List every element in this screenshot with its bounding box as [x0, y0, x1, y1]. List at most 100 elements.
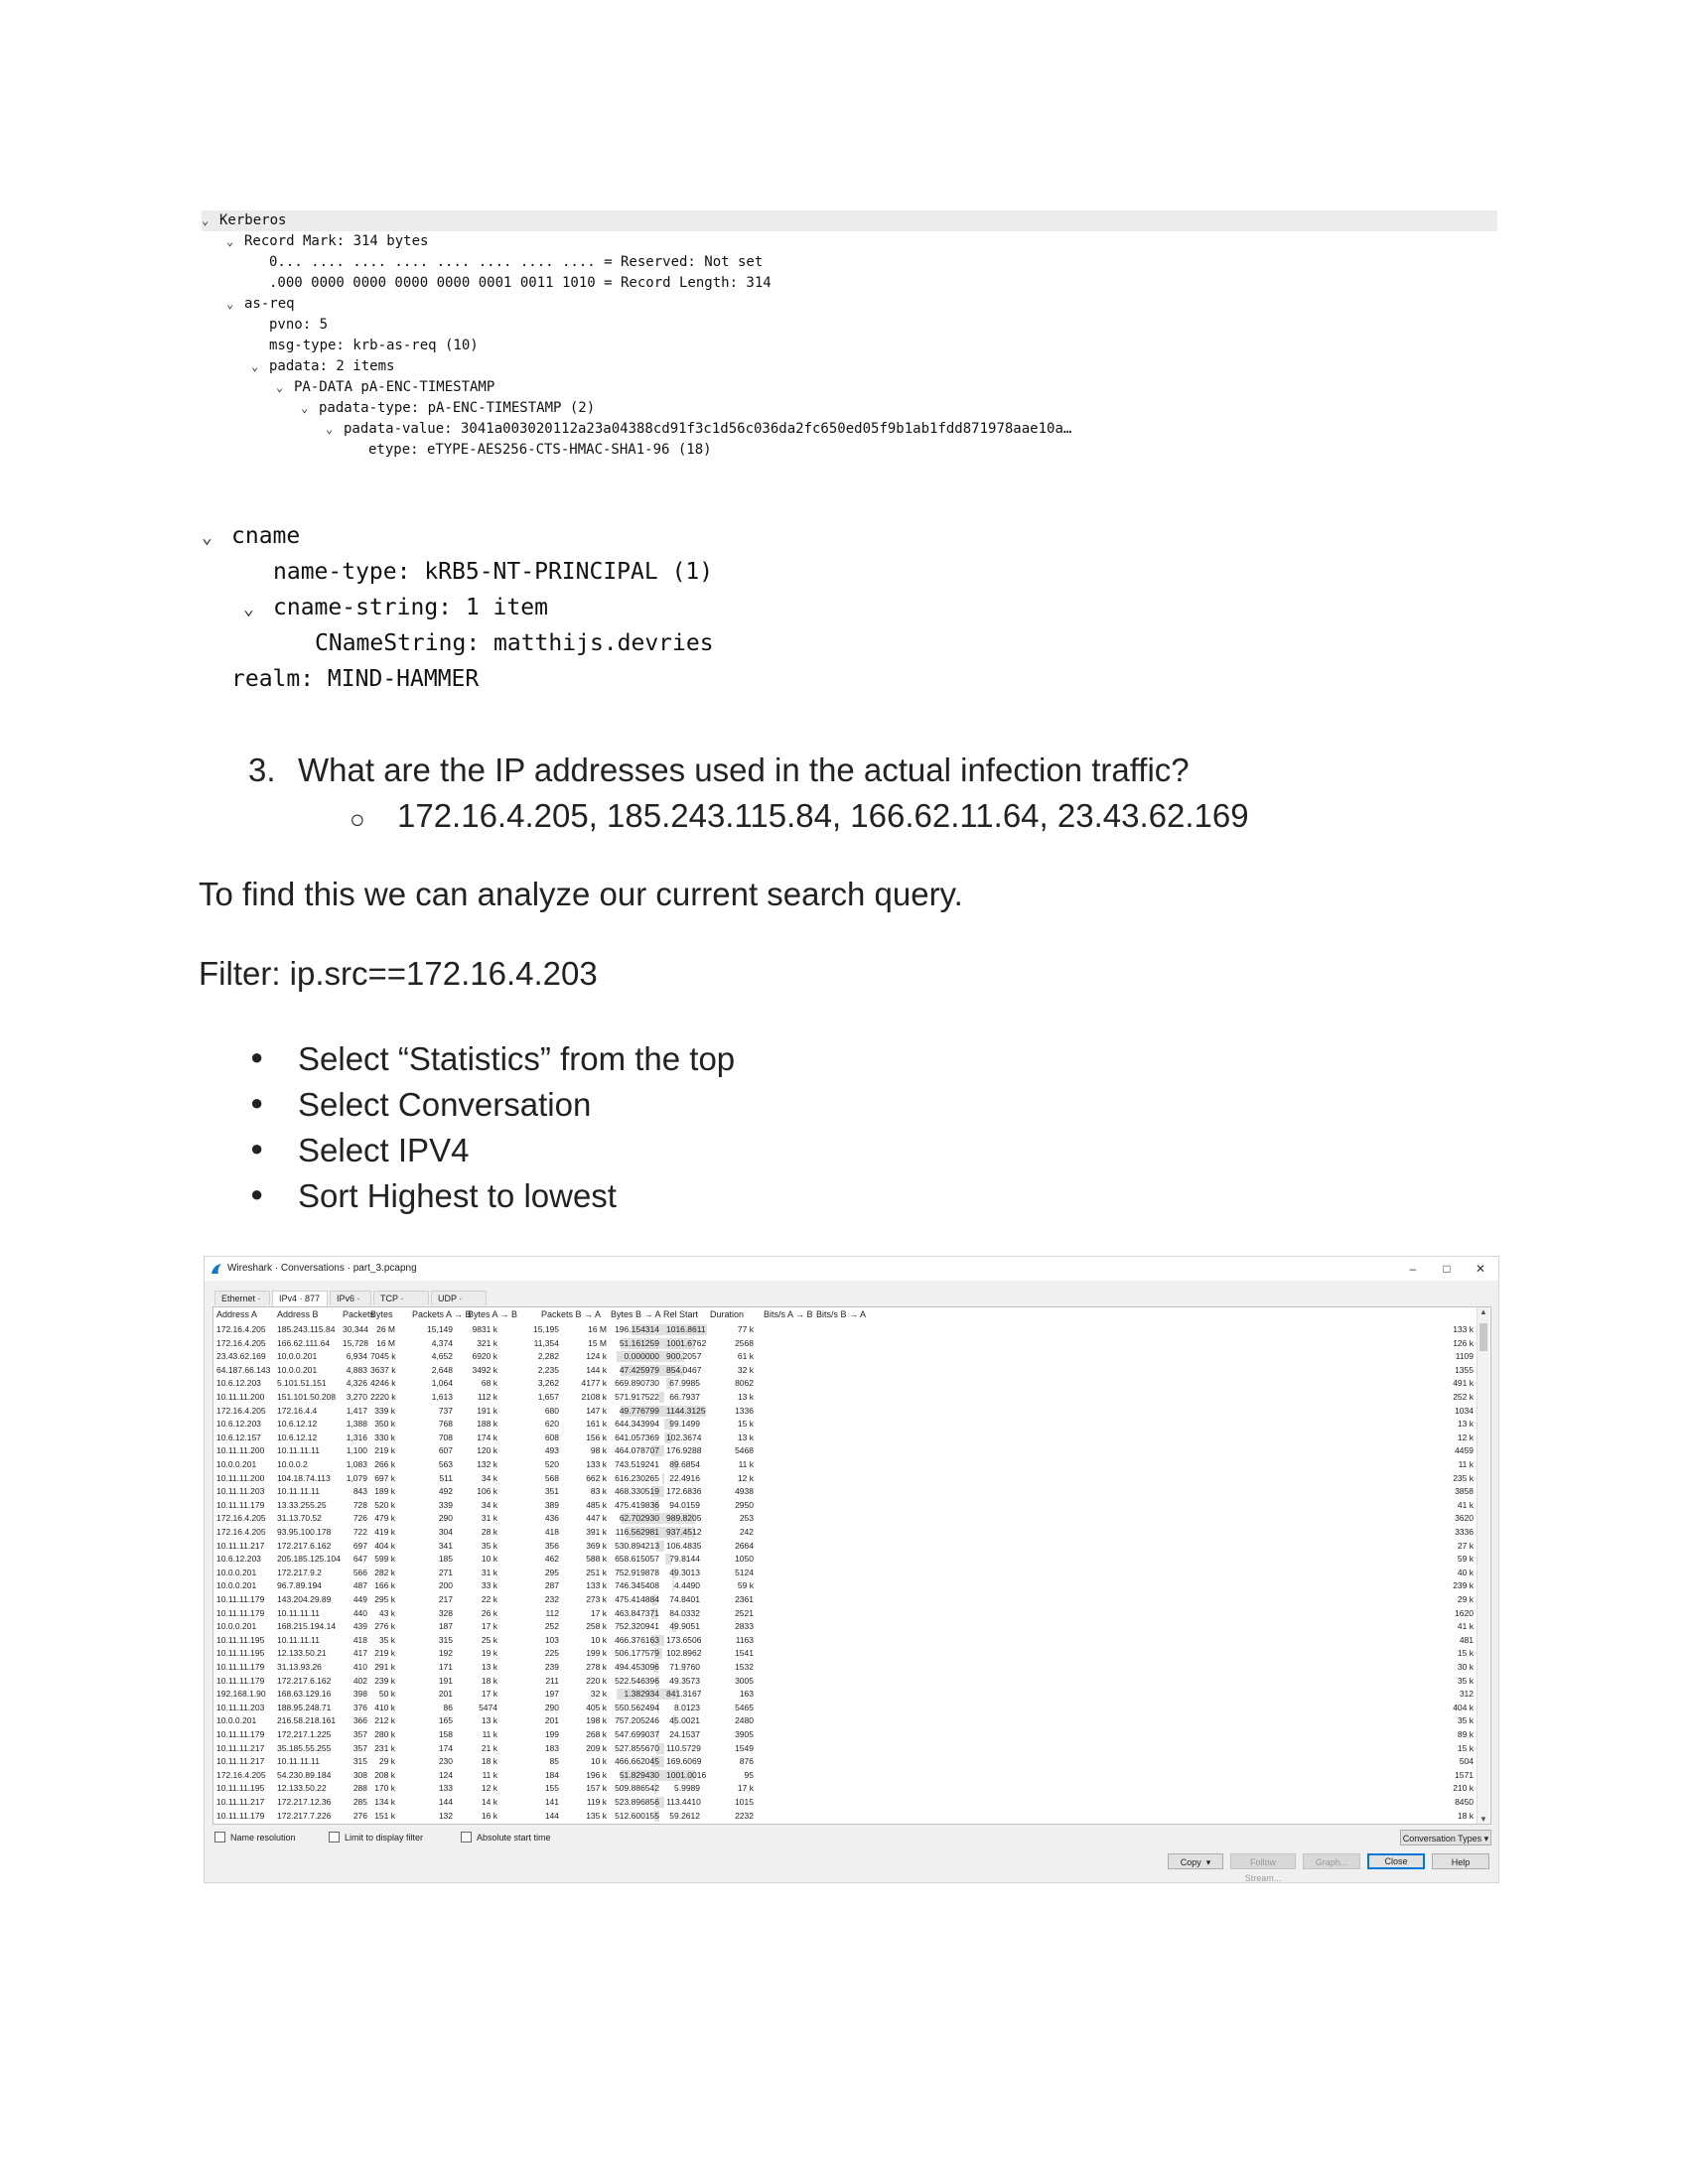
tree-line[interactable]: 0... .... .... .... .... .... .... .... …: [251, 252, 763, 273]
column-header[interactable]: Rel Start: [663, 1309, 698, 1319]
close-icon[interactable]: ✕: [1469, 1260, 1492, 1278]
column-header[interactable]: Packets B → A: [541, 1309, 601, 1319]
copy-button[interactable]: Copy ▾: [1168, 1853, 1223, 1869]
chevron-down-icon: ▾: [1205, 1857, 1211, 1867]
tree-line[interactable]: ⌄ Kerberos: [202, 210, 1497, 231]
table-cell: 3492 k: [472, 1364, 497, 1375]
vertical-scrollbar[interactable]: ▲ ▼: [1477, 1307, 1489, 1824]
table-cell: 192.168.1.90: [216, 1689, 266, 1700]
table-cell: 219 k: [374, 1445, 395, 1456]
tree-line[interactable]: ⌄ padata: 2 items: [251, 356, 394, 377]
conversation-types-dropdown[interactable]: Conversation Types ▾: [1400, 1830, 1491, 1845]
column-header[interactable]: Bytes: [370, 1309, 393, 1319]
tab-ipv4[interactable]: IPv4 · 877: [272, 1291, 328, 1306]
table-cell: 504: [1459, 1756, 1474, 1767]
table-cell: 10.11.11.203: [216, 1702, 265, 1712]
table-cell: 511: [439, 1472, 453, 1483]
chevron-down-icon[interactable]: ⌄: [251, 356, 269, 377]
scroll-up-icon[interactable]: ▲: [1477, 1307, 1489, 1316]
cname-tree-line[interactable]: name-type: kRB5-NT-PRINCIPAL (1): [243, 554, 713, 590]
table-cell: 8450: [1455, 1797, 1474, 1807]
column-header[interactable]: Bytes A → B: [468, 1309, 517, 1319]
chevron-down-icon[interactable]: ⌄: [326, 419, 344, 440]
scrollbar-thumb[interactable]: [1479, 1323, 1487, 1351]
table-cell: 708: [438, 1432, 453, 1442]
follow-stream-button[interactable]: Follow Stream...: [1230, 1853, 1296, 1883]
table-cell: 62.702930: [619, 1513, 659, 1524]
chevron-down-icon[interactable]: ⌄: [243, 592, 273, 627]
tab-tcp[interactable]: TCP · 1044: [373, 1291, 429, 1318]
graph-button[interactable]: Graph...: [1303, 1853, 1360, 1869]
table-cell: 658.615057: [615, 1554, 659, 1565]
tree-line[interactable]: .000 0000 0000 0000 0000 0001 0011 1010 …: [251, 273, 772, 294]
name-resolution-checkbox[interactable]: Name resolution: [214, 1832, 296, 1843]
tree-line[interactable]: msg-type: krb-as-req (10): [251, 336, 479, 356]
table-cell: 49.3573: [669, 1675, 700, 1686]
column-header[interactable]: Bits/s A → B: [764, 1309, 813, 1319]
table-cell: 607: [438, 1445, 453, 1456]
table-cell: 12 k: [1457, 1432, 1474, 1442]
tab-ipv6[interactable]: IPv6 · 1: [330, 1291, 371, 1318]
tree-line[interactable]: ⌄ padata-value: 3041a003020112a23a04388cd…: [326, 419, 1071, 440]
table-cell: 11 k: [1458, 1459, 1474, 1469]
chevron-down-icon[interactable]: ⌄: [226, 294, 244, 315]
table-cell: 258 k: [586, 1621, 607, 1632]
table-cell: 10.6.12.157: [216, 1432, 261, 1442]
chevron-down-icon[interactable]: ⌄: [202, 210, 219, 231]
table-cell: 418: [352, 1634, 367, 1645]
table-cell: 10.11.11.200: [216, 1445, 265, 1456]
table-cell: 4,326: [346, 1378, 367, 1389]
limit-to-display-filter-checkbox[interactable]: Limit to display filter: [329, 1832, 423, 1843]
table-cell: 239 k: [374, 1675, 395, 1686]
chevron-down-icon[interactable]: ⌄: [202, 520, 231, 556]
table-cell: 12 k: [737, 1472, 754, 1483]
absolute-start-time-checkbox[interactable]: Absolute start time: [461, 1832, 551, 1843]
help-button[interactable]: Help: [1432, 1853, 1489, 1869]
table-cell: 487: [352, 1580, 367, 1591]
cname-tree-line-text: name-type: kRB5-NT-PRINCIPAL (1): [273, 559, 714, 585]
column-header[interactable]: Bytes B → A: [611, 1309, 661, 1319]
table-cell: 49.9051: [669, 1621, 700, 1632]
conversations-table[interactable]: ▲ ▼ Address A Address B Packets Bytes Packet…: [212, 1306, 1491, 1825]
table-cell: 11 k: [482, 1729, 497, 1739]
cname-tree-line[interactable]: ⌄ cname-string: 1 item: [243, 590, 548, 625]
scroll-down-icon[interactable]: ▼: [1477, 1815, 1489, 1824]
cname-tree-line[interactable]: realm: MIND-HAMMER: [202, 661, 479, 697]
table-cell: 2361: [735, 1594, 754, 1604]
close-button[interactable]: Close: [1367, 1853, 1425, 1869]
column-header[interactable]: Duration: [710, 1309, 744, 1319]
table-cell: 410 k: [374, 1702, 395, 1712]
cname-tree-line[interactable]: ⌄ cname: [202, 518, 300, 554]
tree-line[interactable]: ⌄ as-req: [226, 294, 295, 315]
column-header[interactable]: Bits/s B → A: [816, 1309, 866, 1319]
chevron-down-icon[interactable]: ⌄: [276, 377, 294, 398]
table-cell: 84.0332: [669, 1607, 700, 1618]
table-cell: 4,883: [346, 1364, 367, 1375]
table-cell: 1,657: [537, 1392, 559, 1402]
column-header[interactable]: Packets A → B: [412, 1309, 472, 1319]
table-cell: 3858: [1455, 1486, 1474, 1497]
chevron-down-icon[interactable]: ⌄: [301, 398, 319, 419]
tree-line[interactable]: pvno: 5: [251, 315, 328, 336]
tree-line[interactable]: ⌄ padata-type: pA-ENC-TIMESTAMP (2): [301, 398, 595, 419]
chevron-down-icon[interactable]: ⌄: [226, 231, 244, 252]
maximize-icon[interactable]: □: [1435, 1260, 1459, 1278]
tree-line-text: .000 0000 0000 0000 0000 0001 0011 1010 …: [269, 275, 772, 291]
tab-ethernet[interactable]: Ethernet · 74: [214, 1291, 270, 1318]
tree-line[interactable]: etype: eTYPE-AES256-CTS-HMAC-SHA1-96 (18…: [351, 440, 712, 461]
table-cell: 4.4490: [674, 1580, 700, 1591]
table-cell: 13 k: [737, 1432, 754, 1442]
minimize-icon[interactable]: –: [1401, 1260, 1425, 1278]
tree-line[interactable]: ⌄ PA-DATA pA-ENC-TIMESTAMP: [276, 377, 494, 398]
table-cell: 191 k: [477, 1405, 497, 1416]
column-header[interactable]: Address A: [216, 1309, 257, 1319]
tree-line[interactable]: ⌄ Record Mark: 314 bytes: [226, 231, 428, 252]
tab-udp[interactable]: UDP · 1839: [431, 1291, 487, 1318]
column-header[interactable]: Address B: [277, 1309, 319, 1319]
table-cell: 522.546396: [615, 1675, 659, 1686]
table-cell: 212 k: [374, 1715, 395, 1726]
cname-tree-line[interactable]: CNameString: matthijs.devries: [285, 625, 714, 661]
table-cell: 494.453096: [615, 1662, 659, 1672]
table-cell: 900.2057: [666, 1351, 702, 1362]
table-cell: 29 k: [378, 1756, 395, 1767]
